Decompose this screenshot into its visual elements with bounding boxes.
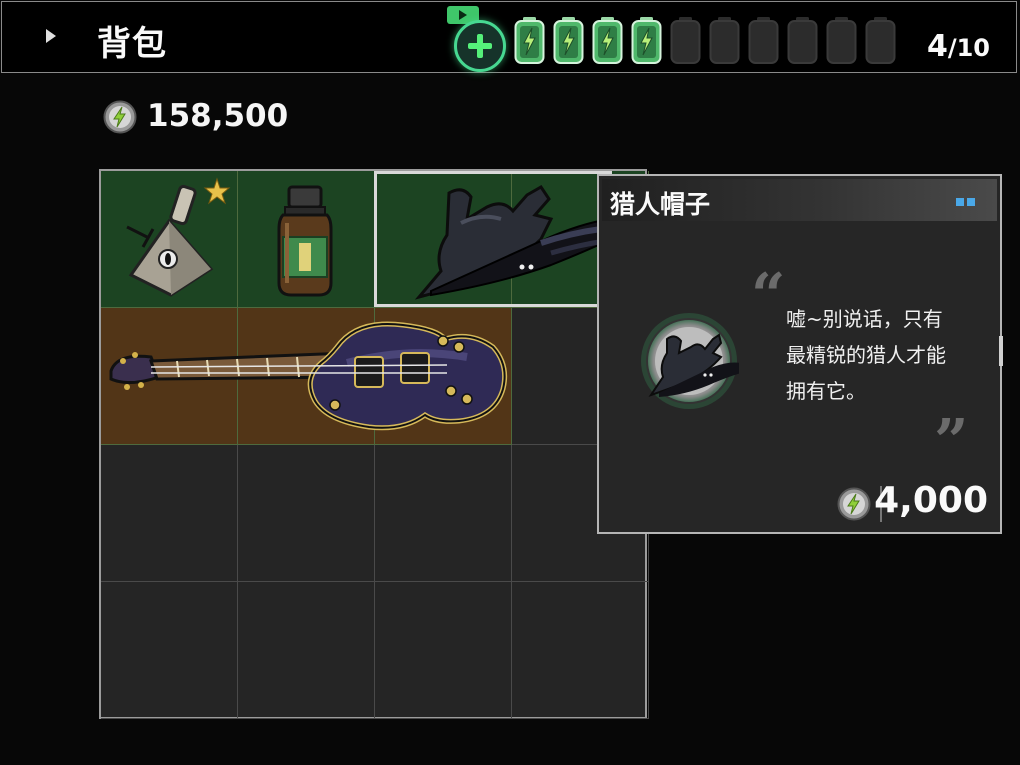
energy-current: 4 <box>926 29 948 64</box>
potion-bottle-item[interactable] <box>273 183 337 301</box>
bottle-icon <box>277 185 333 297</box>
inventory-slot[interactable] <box>101 582 238 719</box>
pyramid-bell-icon <box>126 177 231 297</box>
inventory-grid <box>99 169 649 719</box>
bell-item[interactable] <box>113 177 231 301</box>
electric-guitar-icon <box>109 321 508 431</box>
battery-empty-icon <box>670 16 701 64</box>
black-hat-icon <box>414 185 612 300</box>
collapse-arrow-icon[interactable] <box>46 29 56 43</box>
battery-full-icon <box>514 16 545 64</box>
open-quote-icon: “ <box>751 261 786 331</box>
add-energy-button[interactable] <box>454 20 506 72</box>
energy-count: 4/10 <box>927 28 990 67</box>
battery-full-icon <box>553 16 584 64</box>
bolt-coin-icon <box>103 100 137 134</box>
battery-empty-icon <box>748 16 779 64</box>
description-line: 嘘~别说话，只有 <box>786 307 943 331</box>
battery-empty-icon <box>709 16 740 64</box>
inventory-header: 背包 4/10 <box>1 1 1017 73</box>
inventory-slot[interactable] <box>375 582 512 719</box>
rarity-icon <box>956 198 976 206</box>
tooltip-header: 猎人帽子 <box>602 179 997 221</box>
inventory-slot[interactable] <box>101 445 238 582</box>
description-line: 最精锐的猎人才能 <box>786 343 946 367</box>
inventory-slot[interactable] <box>512 582 649 719</box>
battery-empty-icon <box>865 16 896 64</box>
inventory-slot[interactable] <box>238 582 375 719</box>
bolt-coin-icon <box>837 487 871 521</box>
item-price: 4,000 <box>874 480 988 521</box>
item-description: 嘘~别说话，只有 最精锐的猎人才能 拥有它。 <box>786 301 986 409</box>
inventory-slot[interactable] <box>238 445 375 582</box>
currency-amount: 158,500 <box>147 98 289 134</box>
battery-empty-icon <box>826 16 857 64</box>
close-quote-icon: ” <box>934 407 969 477</box>
hunter-hat-item[interactable] <box>391 179 612 305</box>
energy-max: /10 <box>947 34 990 62</box>
tooltip-pointer <box>999 336 1003 366</box>
item-tooltip: 猎人帽子 “ 嘘~别说话，只有 最精锐的猎人才能 拥有它。 ” 4,000 <box>597 174 1003 534</box>
battery-empty-icon <box>787 16 818 64</box>
battery-full-icon <box>592 16 623 64</box>
guitar-item[interactable] <box>107 317 509 435</box>
hunter-hat-icon <box>639 311 741 411</box>
description-line: 拥有它。 <box>786 379 866 403</box>
inventory-slot[interactable] <box>375 445 512 582</box>
page-title: 背包 <box>97 24 167 64</box>
tooltip-title: 猎人帽子 <box>610 190 711 219</box>
battery-full-icon <box>631 16 662 64</box>
